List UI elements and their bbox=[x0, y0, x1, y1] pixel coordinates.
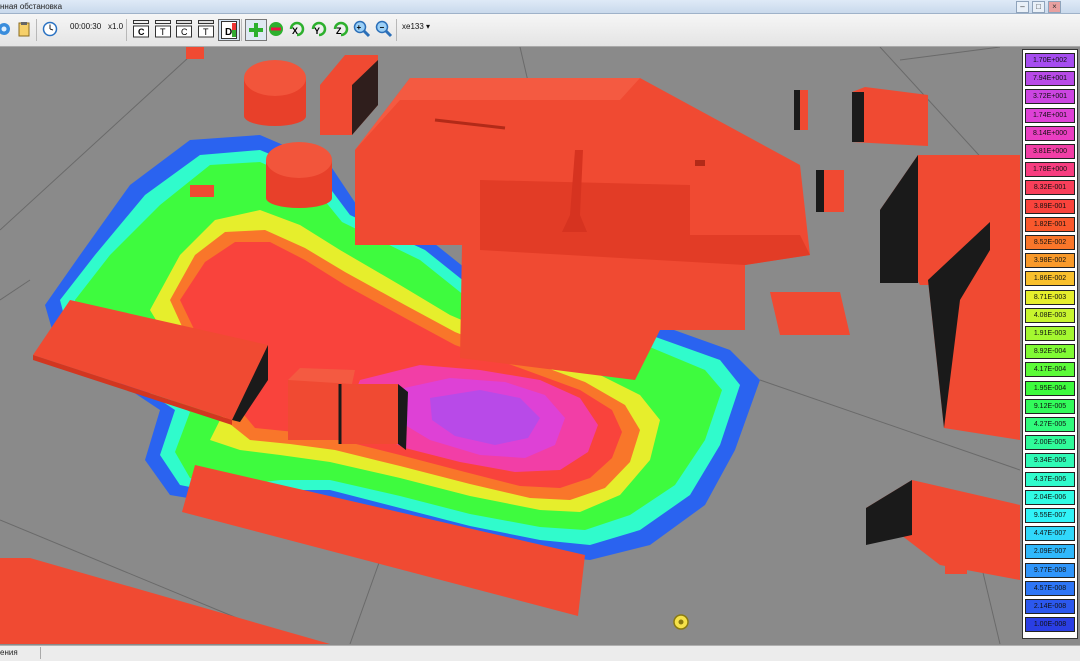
legend-item: 9.12E-005 bbox=[1025, 398, 1075, 414]
rotate-z-icon[interactable]: Z bbox=[331, 19, 351, 39]
tool-t2-button[interactable]: T bbox=[196, 19, 216, 39]
legend-item: 3.98E-002 bbox=[1025, 253, 1075, 269]
legend-item: 4.47E-007 bbox=[1025, 526, 1075, 542]
zoom-select[interactable]: xe133 ▾ bbox=[402, 22, 430, 31]
svg-text:X: X bbox=[292, 26, 298, 36]
concentration-legend: 1.70E+002 7.94E+001 3.72E+001 1.74E+001 8.14… bbox=[1022, 49, 1078, 639]
toolbar: 00:00:30 x1.0 C T C T D X Y Z + − xe133 … bbox=[0, 14, 1080, 47]
clock-icon[interactable] bbox=[40, 19, 60, 39]
time-display: 00:00:30 bbox=[70, 22, 102, 31]
svg-text:+: + bbox=[357, 23, 362, 32]
legend-item: 1.74E+001 bbox=[1025, 107, 1075, 123]
tool-d-button[interactable]: D bbox=[218, 19, 240, 41]
legend-item: 3.72E+001 bbox=[1025, 89, 1075, 105]
building-cylinder-1 bbox=[244, 60, 306, 126]
remove-icon[interactable] bbox=[266, 19, 286, 39]
maximize-button[interactable]: □ bbox=[1032, 1, 1045, 13]
speed-display: x1.0 bbox=[108, 22, 124, 31]
legend-item: 1.86E-002 bbox=[1025, 271, 1075, 287]
settings-icon[interactable] bbox=[0, 19, 14, 39]
legend-item: 2.09E-007 bbox=[1025, 544, 1075, 560]
legend-item: 1.70E+002 bbox=[1025, 53, 1075, 68]
legend-item: 1.91E-003 bbox=[1025, 326, 1075, 341]
legend-item: 3.81E+000 bbox=[1025, 144, 1075, 159]
legend-item: 8.71E-003 bbox=[1025, 289, 1075, 305]
legend-item: 2.00E-005 bbox=[1025, 435, 1075, 451]
add-icon[interactable] bbox=[245, 19, 267, 41]
legend-item: 8.52E-002 bbox=[1025, 235, 1075, 250]
legend-item: 4.17E-004 bbox=[1025, 362, 1075, 378]
scene-viewport[interactable] bbox=[0, 47, 1020, 644]
tool-c-button[interactable]: C bbox=[131, 19, 151, 39]
svg-text:D: D bbox=[225, 27, 232, 38]
legend-item: 1.82E-001 bbox=[1025, 216, 1075, 232]
legend-item: 2.14E-008 bbox=[1025, 599, 1075, 614]
zoom-select-value: xe133 bbox=[402, 22, 424, 31]
building-small-chip bbox=[190, 185, 214, 197]
legend-item: 8.92E-004 bbox=[1025, 344, 1075, 360]
legend-item: 1.78E+000 bbox=[1025, 162, 1075, 178]
close-button[interactable]: × bbox=[1048, 1, 1061, 13]
legend-item: 9.34E-006 bbox=[1025, 453, 1075, 469]
building-pillar bbox=[794, 90, 808, 130]
legend-item: 7.94E+001 bbox=[1025, 71, 1075, 87]
window-title: нная обстановка bbox=[0, 2, 63, 11]
clipboard-icon[interactable] bbox=[14, 19, 34, 39]
legend-item: 1.00E-008 bbox=[1025, 617, 1075, 633]
building-right-ledge bbox=[770, 292, 850, 335]
chevron-down-icon: ▾ bbox=[426, 22, 431, 31]
svg-text:C: C bbox=[181, 27, 188, 37]
rotate-y-icon[interactable]: Y bbox=[309, 19, 329, 39]
tool-c2-button[interactable]: C bbox=[174, 19, 194, 39]
zoom-out-icon[interactable]: − bbox=[374, 19, 394, 39]
zoom-in-icon[interactable]: + bbox=[352, 19, 372, 39]
status-bar: ения bbox=[0, 645, 1080, 661]
legend-item: 8.32E-001 bbox=[1025, 180, 1075, 196]
legend-item: 1.95E-004 bbox=[1025, 380, 1075, 396]
minimize-button[interactable]: – bbox=[1016, 1, 1029, 13]
legend-item: 4.08E-003 bbox=[1025, 307, 1075, 323]
legend-item: 3.89E-001 bbox=[1025, 198, 1075, 214]
svg-text:T: T bbox=[160, 27, 166, 37]
legend-item: 4.57E-008 bbox=[1025, 580, 1075, 596]
legend-item: 9.55E-007 bbox=[1025, 508, 1075, 523]
svg-text:T: T bbox=[203, 27, 209, 37]
legend-item: 2.04E-006 bbox=[1025, 489, 1075, 505]
building-block-right-top bbox=[852, 87, 928, 146]
legend-item: 8.14E+000 bbox=[1025, 125, 1075, 141]
status-text: ения bbox=[0, 648, 18, 657]
svg-text:Z: Z bbox=[336, 26, 342, 36]
source-marker-icon[interactable] bbox=[673, 614, 689, 630]
svg-text:C: C bbox=[138, 27, 145, 37]
legend-item: 4.27E-005 bbox=[1025, 417, 1075, 432]
legend-item: 4.37E-006 bbox=[1025, 471, 1075, 487]
rotate-x-icon[interactable]: X bbox=[287, 19, 307, 39]
legend-item: 9.77E-008 bbox=[1025, 562, 1075, 578]
svg-text:−: − bbox=[380, 23, 385, 32]
scene-canvas[interactable] bbox=[0, 47, 1020, 644]
tool-t-button[interactable]: T bbox=[153, 19, 173, 39]
building-cylinder-2 bbox=[266, 142, 332, 208]
svg-text:Y: Y bbox=[314, 26, 320, 36]
building-small-top bbox=[186, 47, 204, 59]
title-bar: нная обстановка – □ × bbox=[0, 0, 1080, 14]
building-block-right-mid bbox=[816, 170, 844, 212]
